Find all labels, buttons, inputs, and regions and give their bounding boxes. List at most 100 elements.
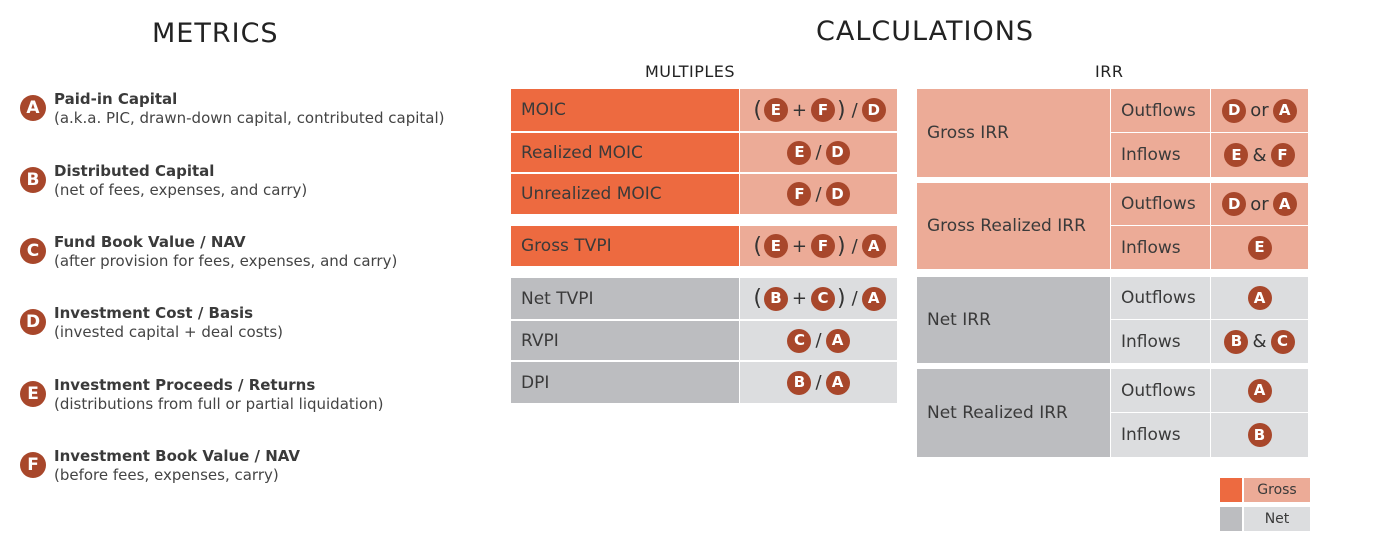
metric-text: Investment Proceeds / Returns (distributi… — [54, 376, 383, 414]
metric-name: Distributed Capital — [54, 162, 215, 180]
metric-badge-a-icon: A — [1247, 378, 1272, 403]
irr-flow-cell: Outflows — [1111, 89, 1210, 132]
multiples-title: MULTIPLES — [645, 62, 736, 81]
multiple-label-cell: Gross TVPI — [511, 226, 739, 266]
metric-badge-e-icon: E — [763, 234, 788, 258]
operator: + — [791, 288, 807, 309]
metric-badge-d-icon: D — [1222, 192, 1247, 216]
operator: / — [851, 99, 858, 121]
irr-formula-cell: Dor A — [1211, 183, 1308, 225]
metric-item: F Investment Book Value / NAV (before fees… — [20, 447, 300, 485]
metric-description: (distributions from full or partial liqu… — [54, 395, 384, 413]
irr-flow-label: Inflows — [1121, 237, 1181, 258]
metric-badge-d-icon: D — [1222, 98, 1247, 123]
metric-badge-b-icon: B — [787, 370, 812, 395]
operator: / — [815, 372, 822, 393]
calculations-title: CALCULATIONS — [816, 16, 1035, 47]
metric-badge-d-icon: D — [861, 98, 886, 122]
metric-badge-b-icon: B — [763, 286, 788, 311]
metric-badge-e-icon: E — [1224, 143, 1249, 167]
multiple-label-cell: DPI — [511, 362, 739, 403]
metric-badge-a-icon: A — [825, 328, 850, 353]
metric-badge-e-icon: E — [763, 98, 788, 122]
metric-badge-c-icon: C — [1270, 329, 1295, 354]
multiple-formula-cell: F / D — [740, 174, 897, 214]
multiple-label-cell: Net TVPI — [511, 278, 739, 319]
metric-description: (invested capital + deal costs) — [54, 323, 283, 341]
metric-badge-e-icon: E — [1247, 235, 1272, 260]
irr-flow-label: Outflows — [1121, 380, 1196, 401]
irr-label: Gross IRR — [927, 123, 1009, 143]
metric-badge-e-icon: E — [787, 140, 812, 165]
operator: or — [1250, 100, 1269, 121]
operator: / — [815, 142, 822, 163]
legend-swatch-gross — [1220, 478, 1242, 502]
metric-badge-d-icon: D — [20, 309, 46, 335]
irr-flow-label: Inflows — [1121, 425, 1181, 445]
metric-item: B Distributed Capital (net of fees, expens… — [20, 162, 307, 200]
metric-badge-f-icon: F — [811, 234, 835, 258]
irr-flow-label: Outflows — [1121, 194, 1196, 214]
metric-badge-e-icon: E — [20, 381, 46, 407]
irr-flow-label: Outflows — [1121, 288, 1196, 308]
metric-description: (a.k.a. PIC, drawn-down capital, contrib… — [54, 109, 445, 127]
metric-name: Investment Proceeds / Returns — [54, 376, 316, 394]
irr-flow-label: Inflows — [1121, 145, 1181, 165]
metric-text: Paid-in Capital (a.k.a. PIC, drawn-down c… — [54, 90, 444, 128]
operator: / — [851, 235, 858, 257]
metric-badge-b-icon: B — [1247, 423, 1272, 447]
metric-text: Fund Book Value / NAV (after provision fo… — [54, 233, 397, 271]
irr-flow-cell: Outflows — [1111, 183, 1210, 225]
metric-description: (net of fees, expenses, and carry) — [54, 181, 308, 199]
metric-badge-a-icon: A — [1272, 98, 1297, 123]
irr-formula-cell: B — [1211, 413, 1308, 457]
metric-item: A Paid-in Capital (a.k.a. PIC, drawn-down … — [20, 90, 444, 128]
irr-label: Gross Realized IRR — [927, 216, 1086, 236]
metric-item: C Fund Book Value / NAV (after provision f… — [20, 233, 397, 271]
multiple-formula-cell: (E + F) / A — [740, 226, 897, 266]
operator: + — [791, 99, 807, 121]
irr-flow-cell: Outflows — [1111, 369, 1210, 412]
metric-badge-d-icon: D — [825, 182, 850, 206]
operator: + — [791, 235, 807, 257]
irr-label-cell: Gross IRR — [917, 89, 1110, 177]
open-paren: ( — [753, 233, 762, 259]
metric-item: D Investment Cost / Basis (invested capita… — [20, 304, 283, 342]
operator: & — [1252, 331, 1267, 352]
metric-description: (before fees, expenses, carry) — [54, 466, 279, 484]
close-paren: ) — [837, 97, 846, 123]
irr-formula-cell: A — [1211, 369, 1308, 412]
metric-badge-d-icon: D — [825, 140, 850, 165]
metric-badge-b-icon: B — [20, 167, 46, 193]
multiple-label: Realized MOIC — [521, 142, 643, 163]
multiple-label-cell: Unrealized MOIC — [511, 174, 739, 214]
metric-badge-c-icon: C — [811, 286, 835, 311]
metric-text: Distributed Capital (net of fees, expense… — [54, 162, 307, 200]
irr-formula-cell: E — [1211, 226, 1308, 269]
metrics-title: METRICS — [152, 18, 279, 49]
operator: / — [815, 183, 822, 205]
irr-label-cell: Gross Realized IRR — [917, 183, 1110, 269]
legend-label-net: Net — [1244, 507, 1310, 531]
multiple-label: Unrealized MOIC — [521, 184, 662, 204]
irr-formula-cell: A — [1211, 277, 1308, 319]
multiple-formula-cell: (B + C) / A — [740, 278, 897, 319]
metric-description: (after provision for fees, expenses, and… — [54, 252, 398, 270]
metric-badge-a-icon: A — [825, 370, 850, 395]
close-paren: ) — [837, 233, 846, 259]
irr-flow-label: Inflows — [1121, 331, 1181, 352]
multiple-formula-cell: (E + F) / D — [740, 89, 897, 131]
multiple-label: Gross TVPI — [521, 236, 612, 256]
multiple-formula-cell: B / A — [740, 362, 897, 403]
metric-badge-f-icon: F — [787, 182, 812, 206]
metric-badge-f-icon: F — [20, 452, 46, 478]
operator: / — [815, 330, 822, 351]
multiple-label-cell: MOIC — [511, 89, 739, 131]
operator: & — [1252, 144, 1267, 166]
multiple-label: Net TVPI — [521, 288, 594, 309]
irr-label: Net IRR — [927, 310, 991, 330]
metric-badge-a-icon: A — [861, 286, 886, 311]
irr-flow-cell: Inflows — [1111, 413, 1210, 457]
close-paren: ) — [837, 286, 846, 311]
irr-flow-cell: Inflows — [1111, 133, 1210, 177]
